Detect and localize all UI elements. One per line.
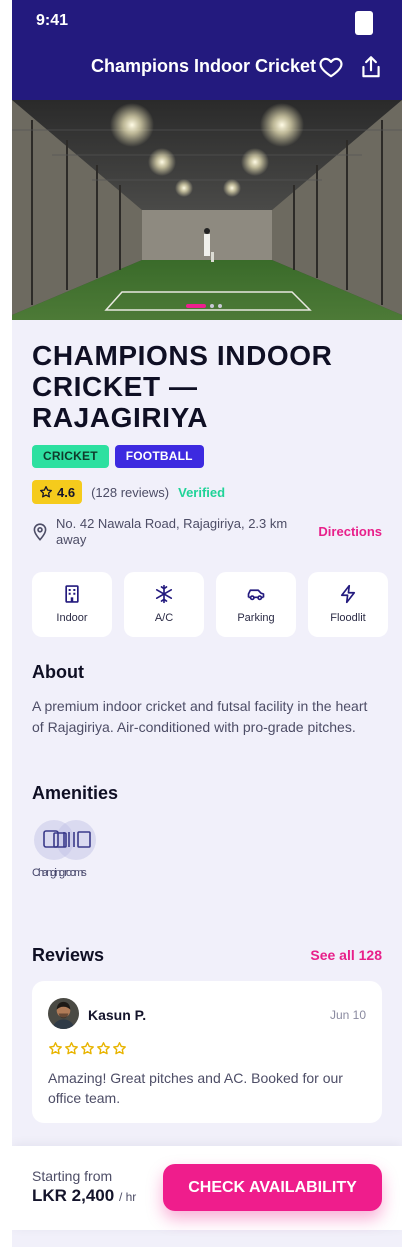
lightning-icon xyxy=(340,584,356,604)
venue-photo-illustration xyxy=(12,100,402,320)
tag-football: FOOTBALL xyxy=(114,445,204,468)
see-all-reviews-link[interactable]: See all 128 xyxy=(310,947,382,963)
star-icon xyxy=(49,1042,62,1055)
check-availability-button[interactable]: CHECK AVAILABILITY xyxy=(163,1164,382,1211)
starting-from-label: Starting from xyxy=(32,1168,113,1184)
amenities-heading: Amenities xyxy=(32,783,119,803)
star-icon xyxy=(113,1042,126,1055)
avatar xyxy=(48,998,79,1029)
feature-label: Floodlit xyxy=(330,612,366,624)
venue-address: No. 42 Nawala Road, Rajagiriya, 2.3 km a… xyxy=(56,516,288,547)
about-heading: About xyxy=(32,662,84,682)
car-icon xyxy=(247,589,265,601)
feature-label: Indoor xyxy=(56,612,88,624)
star-icon xyxy=(97,1042,110,1055)
venue-title: CHAMPIONS INDOOR CRICKET — RAJAGIRIYA xyxy=(32,340,333,433)
review-stars xyxy=(48,1041,127,1056)
sport-tags: CRICKET FOOTBALL xyxy=(32,445,204,468)
booking-bar: Starting from LKR 2,400 / hr CHECK AVAIL… xyxy=(12,1146,402,1230)
share-icon[interactable] xyxy=(358,54,384,80)
carousel-dots[interactable] xyxy=(186,304,222,308)
star-icon xyxy=(81,1042,94,1055)
feature-label: Parking xyxy=(237,612,275,624)
price-unit: / hr xyxy=(118,1190,137,1204)
reviews-heading: Reviews xyxy=(32,945,105,965)
reviewer-name: Kasun P. xyxy=(88,1007,147,1023)
feature-ac: A/C xyxy=(124,572,204,637)
battery-icon xyxy=(355,11,373,35)
carousel-dot[interactable] xyxy=(218,304,222,308)
page-title: Champions Indoor Cricket xyxy=(90,56,316,76)
carousel-dot[interactable] xyxy=(210,304,214,308)
price-value: LKR 2,400 xyxy=(32,1186,115,1205)
directions-link[interactable]: Directions xyxy=(318,524,382,539)
amenity-label: Changing rooms xyxy=(32,867,87,879)
building-icon xyxy=(65,585,79,603)
rating-value: 4.6 xyxy=(57,484,76,500)
feature-floodlit: Floodlit xyxy=(308,572,388,637)
carousel-dot-active[interactable] xyxy=(186,304,206,308)
review-text: Amazing! Great pitches and AC. Booked fo… xyxy=(48,1070,343,1106)
heart-icon[interactable] xyxy=(318,54,344,80)
header: 9:41 Champions Indoor Cricket xyxy=(12,0,402,100)
star-icon xyxy=(39,485,53,498)
snowflake-icon xyxy=(155,584,173,604)
star-icon xyxy=(65,1042,78,1055)
location-pin-icon xyxy=(33,523,47,541)
price: LKR 2,400 / hr xyxy=(32,1186,136,1206)
feature-list: Indoor A/C Parking Floodlit xyxy=(32,572,388,637)
review-card: Kasun P. Jun 10 Amazing! Great pitches a… xyxy=(32,981,382,1123)
status-time: 9:41 xyxy=(36,12,69,29)
reviews-count[interactable]: (128 reviews) xyxy=(91,485,169,500)
verified-label: Verified xyxy=(178,484,226,500)
amenity-icons xyxy=(43,830,91,848)
about-text: A premium indoor cricket and futsal faci… xyxy=(32,698,368,735)
feature-indoor: Indoor xyxy=(32,572,112,637)
rating-row: 4.6 (128 reviews) Verified xyxy=(32,480,225,504)
venue-photo[interactable] xyxy=(12,100,402,320)
tag-cricket: CRICKET xyxy=(32,445,109,468)
feature-label: A/C xyxy=(154,612,174,624)
rating-badge: 4.6 xyxy=(32,480,83,504)
review-date: Jun 10 xyxy=(329,1008,366,1022)
app-screen: 9:41 Champions Indoor Cricket CHAMPIONS … xyxy=(12,0,402,1247)
feature-parking: Parking xyxy=(216,572,296,637)
amenities-list: Changing rooms xyxy=(32,818,112,882)
